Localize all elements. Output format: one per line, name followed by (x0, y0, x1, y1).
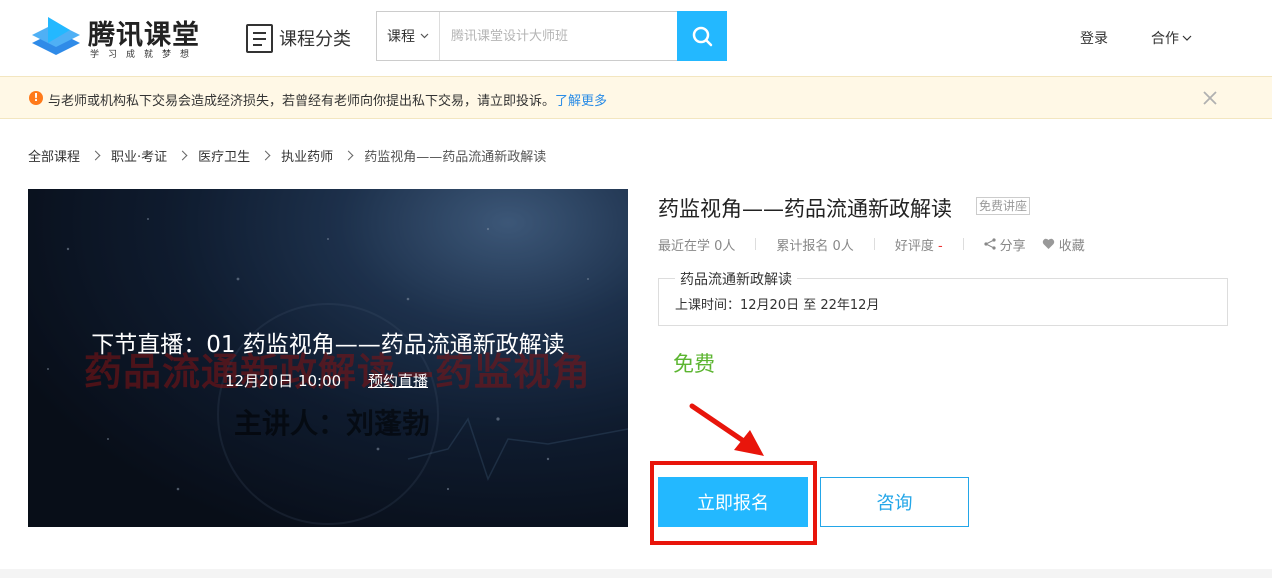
red-arrow-annotation (689, 403, 764, 456)
login-link[interactable]: 登录 (1080, 28, 1108, 48)
reserve-live-link[interactable]: 预约直播 (368, 370, 428, 391)
breadcrumb-current: 药监视角——药品流通新政解读 (364, 149, 547, 165)
close-icon[interactable] (1201, 89, 1219, 107)
share-button[interactable]: 分享 (984, 235, 1026, 254)
cooperate-label: 合作 (1151, 31, 1179, 47)
rating-label: 好评度 (894, 238, 934, 254)
session-name: 药品流通新政解读 (675, 269, 797, 289)
favorite-label: 收藏 (1058, 238, 1085, 254)
list-icon (246, 23, 273, 53)
chevron-down-icon (1182, 35, 1192, 41)
fraud-notice-bar: ! 与老师或机构私下交易会造成经济损失，若曾经有老师向你提出私下交易，请立即投诉… (0, 76, 1272, 119)
footer-strip (0, 569, 1272, 578)
search-type-label: 课程 (387, 29, 415, 45)
cooperate-menu[interactable]: 合作 (1151, 28, 1192, 48)
logo-play-icon (32, 17, 80, 55)
heart-icon (1042, 238, 1054, 249)
enroll-now-button[interactable]: 立即报名 (658, 477, 808, 527)
consult-button[interactable]: 咨询 (820, 477, 969, 527)
recent-learners: 最近在学 0人 (658, 238, 736, 254)
course-category-label: 课程分类 (279, 29, 351, 50)
notice-text-wrap: 与老师或机构私下交易会造成经济损失，若曾经有老师向你提出私下交易，请立即投诉。了… (48, 90, 607, 109)
rating-value: - (937, 238, 943, 254)
total-enrolled: 累计报名 0人 (776, 238, 854, 254)
notice-text: 与老师或机构私下交易会造成经济损失，若曾经有老师向你提出私下交易，请立即投诉。 (48, 94, 556, 109)
stat-divider (873, 238, 875, 250)
share-label: 分享 (999, 238, 1026, 254)
free-lecture-tag: 免费讲座 (976, 197, 1031, 215)
course-price: 免费 (673, 352, 715, 376)
session-time: 上课时间：12月20日 至 22年12月 (675, 298, 880, 313)
breadcrumb-medical[interactable]: 医疗卫生 (198, 146, 250, 165)
breadcrumb-career-cert[interactable]: 职业·考证 (111, 146, 167, 165)
learn-more-link[interactable]: 了解更多 (555, 94, 607, 109)
search-type-select[interactable]: 课程 (377, 12, 440, 60)
search-icon (692, 26, 713, 47)
course-category-menu[interactable]: 课程分类 (246, 23, 351, 53)
search-input[interactable] (441, 12, 676, 60)
chevron-right-icon (90, 150, 101, 160)
breadcrumb: 全部课程 职业·考证 医疗卫生 执业药师 药监视角——药品流通新政解读 (28, 146, 547, 165)
session-box: 药品流通新政解读 上课时间：12月20日 至 22年12月 (658, 269, 1228, 326)
course-title: 药监视角——药品流通新政解读 (658, 197, 952, 221)
share-icon (984, 238, 996, 250)
search-bar: 课程 (376, 11, 727, 61)
search-button[interactable] (677, 11, 727, 61)
next-live-title: 下节直播：01 药监视角——药品流通新政解读 (91, 332, 565, 358)
chevron-right-icon (260, 150, 271, 160)
chevron-right-icon (177, 150, 188, 160)
top-header: 腾讯课堂 学习成就梦想 课程分类 课程 登录 合作 (0, 0, 1272, 76)
course-stats: 最近在学 0人 累计报名 0人 好评度 - 分享 收藏 (658, 235, 1085, 254)
logo-subtitle: 学习成就梦想 (90, 50, 199, 60)
stat-divider (962, 238, 964, 250)
favorite-button[interactable]: 收藏 (1042, 235, 1085, 254)
breadcrumb-all-courses[interactable]: 全部课程 (28, 146, 80, 165)
chevron-right-icon (343, 150, 354, 160)
breadcrumb-pharmacist[interactable]: 执业药师 (281, 146, 333, 165)
chevron-down-icon (420, 33, 429, 39)
tencent-classroom-logo[interactable]: 腾讯课堂 学习成就梦想 (28, 11, 218, 63)
course-cover-video[interactable]: 药品流通新政解读—药监视角 主讲人：刘蓬勃 下节直播：01 药监视角——药品流通… (28, 189, 628, 527)
next-live-time: 12月20日 10:00 (225, 372, 342, 390)
stat-divider (755, 238, 757, 250)
rating: 好评度 - (895, 235, 943, 254)
warning-icon: ! (29, 91, 43, 105)
